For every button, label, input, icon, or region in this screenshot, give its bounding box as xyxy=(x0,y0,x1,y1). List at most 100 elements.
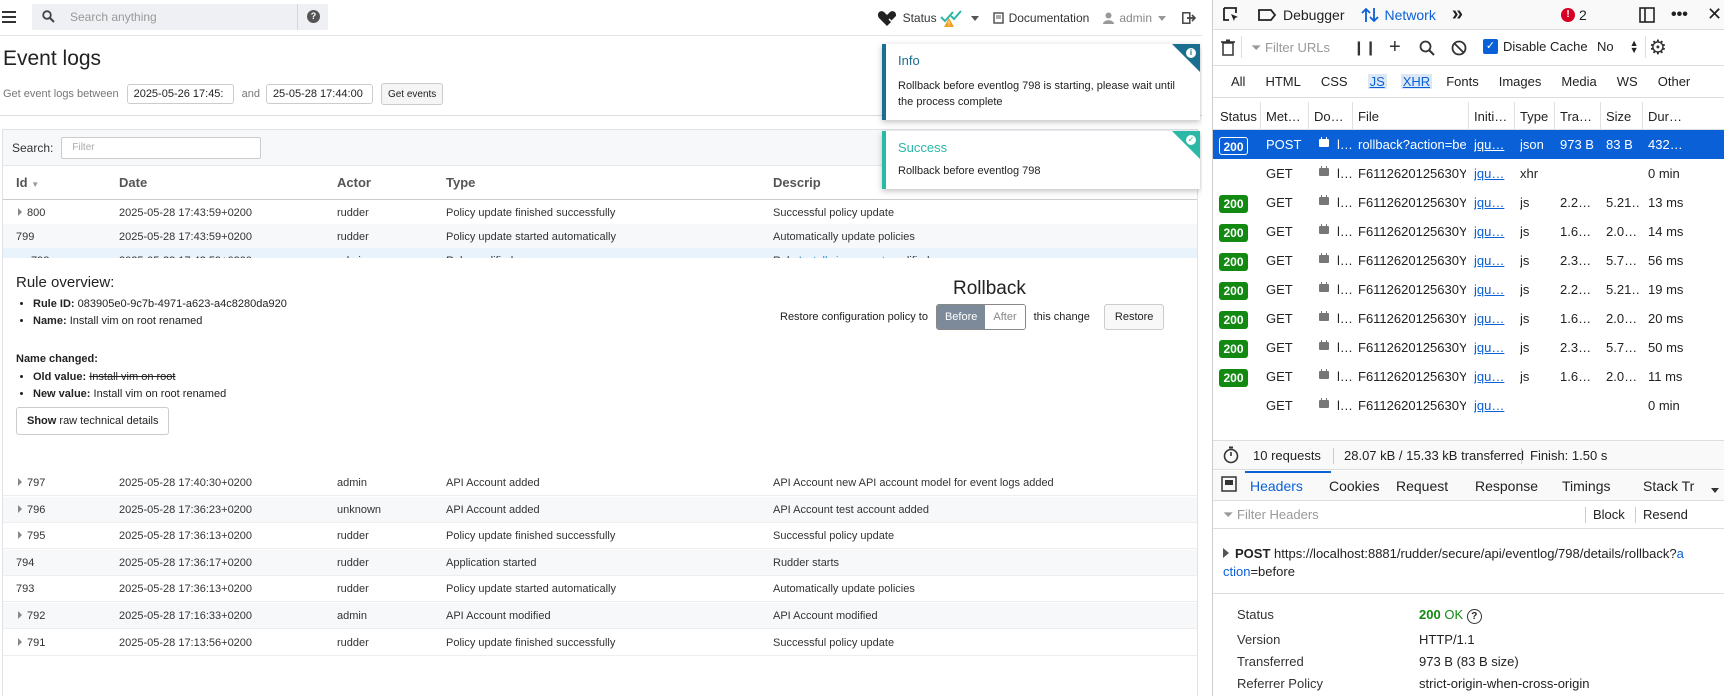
user-menu[interactable]: admin xyxy=(1103,11,1166,25)
col-initiator[interactable]: Initi… xyxy=(1474,109,1507,124)
column-description[interactable]: Descrip xyxy=(773,175,821,190)
error-count[interactable]: ! 2 xyxy=(1553,0,1595,30)
request-row[interactable]: l… GET F6112620125630YBX jqu… 0 min xyxy=(1213,391,1724,420)
request-initiator[interactable]: jqu… xyxy=(1474,398,1512,413)
block-button[interactable]: Block xyxy=(1593,507,1625,522)
col-domain[interactable]: Do… xyxy=(1314,109,1344,124)
more-options-icon[interactable]: ••• xyxy=(1663,0,1696,30)
search-icon[interactable] xyxy=(1419,40,1435,59)
col-type[interactable]: Type xyxy=(1520,109,1548,124)
help-icon[interactable]: ? xyxy=(1466,609,1482,624)
filter-headers-input[interactable]: ⏷ Filter Headers xyxy=(1223,507,1319,523)
more-tabs-button[interactable]: » xyxy=(1444,0,1471,30)
type-filter-css[interactable]: CSS xyxy=(1321,74,1348,89)
request-row[interactable]: 200 l… POST rollback?action=befc jqu… json 973… xyxy=(1213,130,1724,159)
restore-button[interactable]: Restore xyxy=(1103,304,1165,330)
tab-debugger[interactable]: Debugger xyxy=(1249,0,1353,30)
tab-response[interactable]: Response xyxy=(1475,478,1538,494)
col-file[interactable]: File xyxy=(1358,109,1379,124)
gear-icon[interactable]: ⚙ xyxy=(1649,35,1667,60)
type-filter-other[interactable]: Other xyxy=(1658,74,1691,89)
table-filter-input[interactable]: Filter xyxy=(61,136,262,159)
tab-cookies[interactable]: Cookies xyxy=(1329,478,1380,494)
plus-icon[interactable]: + xyxy=(1389,36,1401,59)
logout-button[interactable] xyxy=(1182,12,1196,24)
tab-timings[interactable]: Timings xyxy=(1562,478,1611,494)
throttle-select[interactable]: No ▲ ▼ xyxy=(1597,38,1639,54)
documentation-link[interactable]: Documentation xyxy=(992,11,1089,25)
block-icon[interactable] xyxy=(1451,40,1467,59)
table-row[interactable]: 793 2025-05-28 17:36:13+0200 rudder Policy … xyxy=(3,576,1197,603)
tab-headers[interactable]: Headers xyxy=(1250,478,1303,494)
type-filter-xhr[interactable]: XHR xyxy=(1400,74,1433,89)
dock-button[interactable] xyxy=(1631,0,1663,30)
element-picker-button[interactable] xyxy=(1213,0,1249,30)
request-initiator[interactable]: jqu… xyxy=(1474,311,1512,326)
type-filter-html[interactable]: HTML xyxy=(1265,74,1300,89)
request-initiator[interactable]: jqu… xyxy=(1474,369,1512,384)
col-size[interactable]: Size xyxy=(1606,109,1631,124)
request-initiator[interactable]: jqu… xyxy=(1474,253,1512,268)
table-row[interactable]: 800 2025-05-28 17:43:59+0200 rudder Poli… xyxy=(3,200,1197,226)
request-row[interactable]: 200 l… GET F6112620125630YBX jqu… js 1.6… 2.0… 1… xyxy=(1213,217,1724,246)
request-initiator[interactable]: jqu… xyxy=(1474,166,1512,181)
trash-icon[interactable] xyxy=(1221,39,1235,59)
resend-button[interactable]: Resend xyxy=(1643,507,1688,522)
tab-request[interactable]: Request xyxy=(1396,478,1448,494)
pause-icon[interactable]: ❙❙ xyxy=(1353,39,1376,56)
filter-urls-input[interactable]: ⏷ Filter URLs xyxy=(1251,40,1330,56)
tab-stack-tr[interactable]: Stack Tr xyxy=(1643,478,1694,494)
request-row[interactable]: 200 l… GET F6112620125630YBX jqu… js 2.3… 5.7… 5… xyxy=(1213,246,1724,275)
request-url-line[interactable]: POST https://localhost:8881/rudder/secur… xyxy=(1223,545,1718,581)
toggle-sidebar-icon[interactable] xyxy=(1221,476,1237,495)
table-row[interactable]: 792 2025-05-28 17:16:33+0200 admin API Acco… xyxy=(3,603,1197,629)
type-filter-fonts[interactable]: Fonts xyxy=(1446,74,1479,89)
col-duration[interactable]: Dur… xyxy=(1648,109,1682,124)
chevron-down-icon[interactable] xyxy=(1711,480,1719,496)
table-row[interactable]: 791 2025-05-28 17:13:56+0200 rudder Policy … xyxy=(3,630,1197,656)
type-filter-all[interactable]: All xyxy=(1231,74,1245,89)
col-status[interactable]: Status xyxy=(1220,109,1257,124)
request-row[interactable]: 200 l… GET F6112620125630YBX jqu… js 1.6… 2.0… 1… xyxy=(1213,362,1724,391)
request-row[interactable]: 200 l… GET F6112620125630YBX jqu… js 2.2… 5.21…… xyxy=(1213,275,1724,304)
table-row[interactable]: 797 2025-05-28 17:40:30+0200 admin API Acco… xyxy=(3,470,1197,496)
end-date-input[interactable]: 25-05-28 17:44:00 xyxy=(265,84,373,104)
column-date[interactable]: Date xyxy=(119,175,147,190)
table-row[interactable]: 794 2025-05-28 17:36:17+0200 rudder Applica… xyxy=(3,549,1197,576)
global-search[interactable]: Search anything ? xyxy=(32,4,328,30)
request-initiator[interactable]: jqu… xyxy=(1474,195,1512,210)
column-id[interactable]: Id ▼ xyxy=(16,175,39,190)
menu-icon[interactable] xyxy=(2,9,16,23)
col-transferred[interactable]: Tra… xyxy=(1560,109,1592,124)
type-filter-images[interactable]: Images xyxy=(1499,74,1542,89)
table-row[interactable]: 796 2025-05-28 17:36:23+0200 unknown API Ac… xyxy=(3,496,1197,523)
column-type[interactable]: Type xyxy=(446,175,475,190)
type-filter-media[interactable]: Media xyxy=(1561,74,1596,89)
close-icon[interactable]: ✕ xyxy=(1699,0,1724,30)
help-icon[interactable]: ? xyxy=(307,10,320,23)
tab-network[interactable]: Network xyxy=(1353,0,1444,30)
type-filter-js[interactable]: JS xyxy=(1367,74,1387,89)
table-row[interactable]: 799 2025-05-28 17:43:59+0200 rudder Poli… xyxy=(3,224,1197,250)
request-row[interactable]: l… GET F6112620125630YBX jqu… xhr 0 min xyxy=(1213,159,1724,188)
info-toast[interactable]: Info Rollback before eventlog 798 is sta… xyxy=(882,44,1200,120)
status-menu[interactable]: Status ! xyxy=(877,8,979,28)
get-events-button[interactable]: Get events xyxy=(380,83,444,105)
request-initiator[interactable]: jqu… xyxy=(1474,340,1512,355)
request-row[interactable]: 200 l… GET F6112620125630YBX jqu… js 2.3… 5.7… 5… xyxy=(1213,333,1724,362)
start-date-input[interactable]: 2025-05-26 17:45: xyxy=(126,84,234,104)
show-raw-details-button[interactable]: Show raw technical details xyxy=(16,407,170,435)
before-after-toggle[interactable]: Before After xyxy=(935,304,1026,330)
before-option[interactable]: Before xyxy=(936,305,986,329)
request-initiator[interactable]: jqu… xyxy=(1474,224,1512,239)
request-initiator[interactable]: jqu… xyxy=(1474,137,1512,152)
disable-cache-checkbox[interactable]: ✓ Disable Cache xyxy=(1483,39,1588,54)
request-row[interactable]: 200 l… GET F6112620125630YBX jqu… js 2.2… 5.21…… xyxy=(1213,188,1724,217)
after-option[interactable]: After xyxy=(985,305,1025,329)
type-filter-ws[interactable]: WS xyxy=(1617,74,1638,89)
col-method[interactable]: Met… xyxy=(1266,109,1301,124)
table-row[interactable]: 795 2025-05-28 17:36:13+0200 rudder Policy … xyxy=(3,523,1197,550)
success-toast[interactable]: Success Rollback before eventlog 798 ✓ xyxy=(882,131,1200,189)
request-initiator[interactable]: jqu… xyxy=(1474,282,1512,297)
column-actor[interactable]: Actor xyxy=(337,175,371,190)
